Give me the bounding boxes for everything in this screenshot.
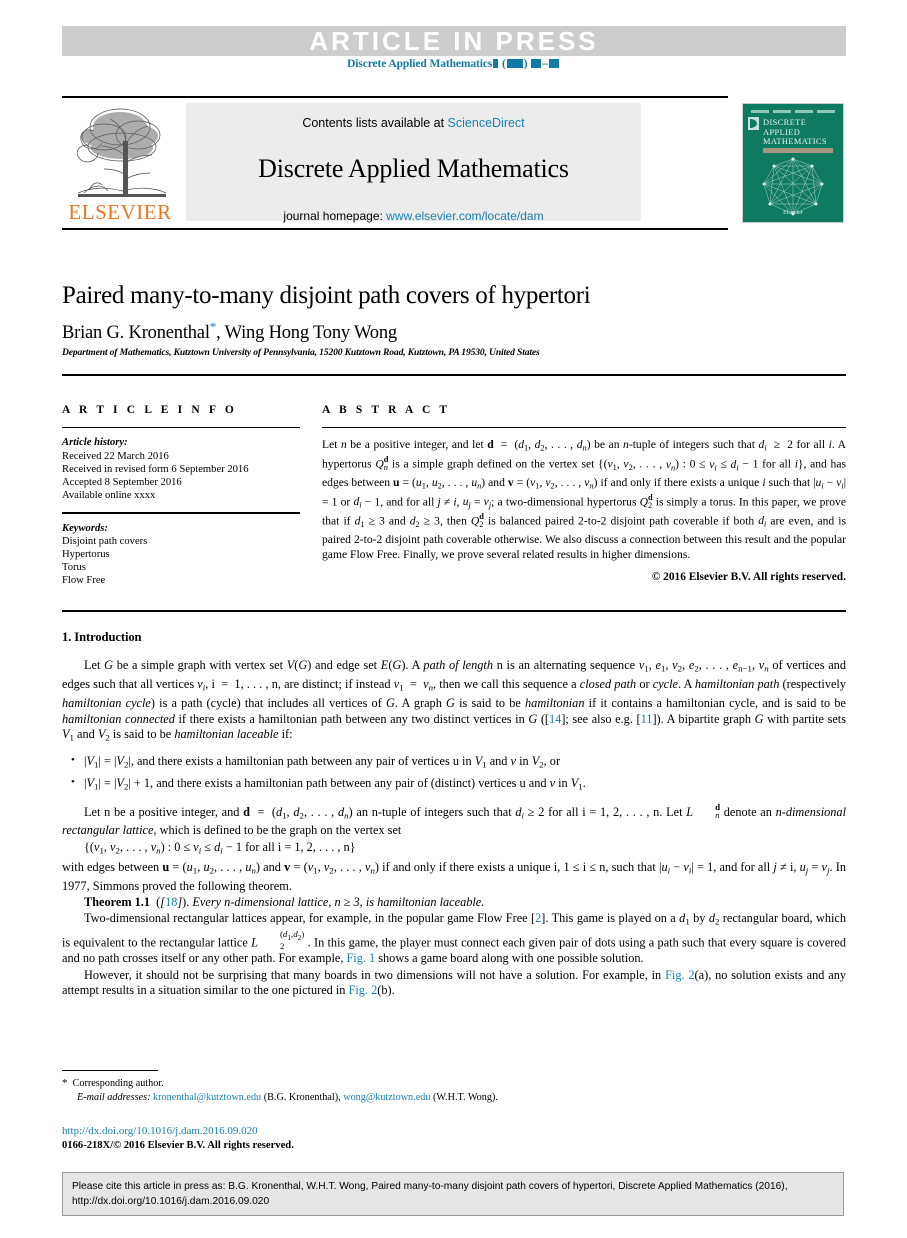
paragraph-flow-free-2: However, it should not be surprising tha… <box>62 967 846 998</box>
cover-top-strip <box>749 108 837 115</box>
journal-homepage-line: journal homepage: www.elsevier.com/locat… <box>186 209 641 223</box>
masthead-center-panel: Contents lists available at ScienceDirec… <box>186 103 641 223</box>
journal-homepage-prefix: journal homepage: <box>283 209 387 223</box>
page-title: Paired many-to-many disjoint path covers… <box>62 282 591 309</box>
article-info-rule-top <box>62 427 300 429</box>
journal-reference-line: Discrete Applied Mathematics () – <box>0 58 907 70</box>
footnote-corresponding-text: Corresponding author. <box>72 1078 164 1089</box>
footnote-email-line: E-mail addresses: kronenthal@kutztown.ed… <box>77 1092 498 1103</box>
paragraph-flow-free-1: Two-dimensional rectangular lattices app… <box>62 911 846 966</box>
abstract-bottom-rule <box>62 610 846 612</box>
cover-subtitle-bar <box>763 148 833 153</box>
email-owner-2: (W.H.T. Wong). <box>432 1092 498 1103</box>
section-heading-introduction: 1. Introduction <box>62 630 142 644</box>
body-content: 1. Introduction Let G be a simple graph … <box>62 630 846 1000</box>
article-info-rule-mid <box>62 512 300 514</box>
paragraph-intro-1: Let G be a simple graph with vertex set … <box>62 658 847 743</box>
citation-14[interactable]: 14 <box>549 712 561 726</box>
redacted-year-block <box>506 59 523 68</box>
article-history-item: Available online xxxx <box>62 490 156 502</box>
contents-available-line: Contents lists available at ScienceDirec… <box>186 116 641 130</box>
cover-title-line-2: APPLIED <box>763 127 801 137</box>
asterisk-icon: * <box>62 1077 68 1089</box>
keyword-item: Hypertorus <box>62 549 110 560</box>
journal-homepage-link[interactable]: www.elsevier.com/locate/dam <box>386 209 543 223</box>
article-info-heading: A R T I C L E I N F O <box>62 404 237 416</box>
doi-link[interactable]: http://dx.doi.org/10.1016/j.dam.2016.09.… <box>62 1125 258 1137</box>
paragraph-lattice-def: Let n be a positive integer, and d = (d1… <box>62 801 846 838</box>
journal-title: Discrete Applied Mathematics <box>258 154 569 183</box>
cover-elsevier-icon <box>748 117 759 130</box>
cover-title-line-3: MATHEMATICS <box>763 137 827 146</box>
cite-text: Please cite this article in press as: B.… <box>63 1173 843 1209</box>
citation-11[interactable]: 11 <box>641 712 653 726</box>
article-history-block: Article history: Received 22 March 2016 … <box>62 436 300 502</box>
author-list: Brian G. Kronenthal*, Wing Hong Tony Won… <box>62 319 852 344</box>
article-history-item: Received 22 March 2016 <box>62 450 169 462</box>
citation-18[interactable]: 18 <box>165 895 177 909</box>
list-item: |V1| = |V2|, and there exists a hamilton… <box>71 753 846 773</box>
article-info-column: A R T I C L E I N F O Article history: R… <box>62 404 300 588</box>
redacted-page-end-block <box>548 59 559 68</box>
keyword-item: Disjoint path covers <box>62 535 148 547</box>
footnote-email-label: E-mail addresses: <box>77 1092 151 1103</box>
journal-cover-thumbnail: DISCRETE APPLIED MATHEMATICS Elsevier <box>742 103 844 223</box>
list-item: |V1| = |V2| + 1, and there exists a hami… <box>71 775 846 795</box>
cover-publisher-text: Elsevier <box>783 210 803 216</box>
doi-block: http://dx.doi.org/10.1016/j.dam.2016.09.… <box>62 1124 846 1153</box>
figure-ref-2b[interactable]: Fig. 2 <box>349 983 378 997</box>
footnote-block: * Corresponding author. E-mail addresses… <box>62 1076 846 1105</box>
paper-page: ARTICLE IN PRESS Discrete Applied Mathem… <box>0 0 907 1238</box>
cite-this-article-box: Please cite this article in press as: B.… <box>62 1172 844 1216</box>
sciencedirect-link[interactable]: ScienceDirect <box>448 116 525 130</box>
keyword-item: Flow Free <box>62 575 106 587</box>
vertex-set-equation: {(v1, v2, . . . , vn) : 0 ≤ vi ≤ di − 1 … <box>84 839 356 856</box>
keywords-label: Keywords: <box>62 522 108 534</box>
cover-title-text: DISCRETE APPLIED MATHEMATICS <box>763 118 827 147</box>
author-affiliation: Department of Mathematics, Kutztown Univ… <box>62 347 540 358</box>
elsevier-logo: ELSEVIER <box>64 101 176 223</box>
keywords-block: Keywords: Disjoint path covers Hypertoru… <box>62 522 300 588</box>
author-1: Brian G. Kronenthal <box>62 323 210 344</box>
theorem-1-1: Theorem 1.1 ([18]). Every n-dimensional … <box>84 894 485 909</box>
paragraph-edges-def: with edges between u = (u1, u2, . . . , … <box>62 859 846 893</box>
footnote-corresponding-line: * Corresponding author. <box>62 1076 846 1091</box>
article-history-item: Received in revised form 6 September 201… <box>62 463 249 475</box>
email-owner-1: (B.G. Kronenthal) <box>263 1092 339 1103</box>
title-bottom-rule <box>62 374 846 376</box>
citation-2[interactable]: 2 <box>535 911 541 925</box>
figure-ref-1[interactable]: Fig. 1 <box>346 951 375 965</box>
keyword-item: Torus <box>62 562 86 574</box>
theorem-label: Theorem 1.1 <box>84 894 151 909</box>
cite-line-1: Please cite this article in press as: B.… <box>72 1181 753 1192</box>
laceable-conditions-list: |V1| = |V2|, and there exists a hamilton… <box>62 753 846 795</box>
article-in-press-banner: ARTICLE IN PRESS <box>62 26 846 56</box>
article-history-item: Accepted 8 September 2016 <box>62 477 182 488</box>
masthead-bottom-rule <box>62 228 728 230</box>
journal-reference-name: Discrete Applied Mathematics <box>347 58 493 70</box>
footnote-rule <box>62 1070 158 1072</box>
email-link-kronenthal[interactable]: kronenthal@kutztown.edu <box>153 1092 261 1103</box>
figure-ref-2a[interactable]: Fig. 2 <box>665 968 694 982</box>
abstract-column: A B S T R A C T Let n be a positive inte… <box>322 404 846 583</box>
issn-copyright-line: 0166-218X/© 2016 Elsevier B.V. All right… <box>62 1139 294 1151</box>
redacted-page-start-block <box>531 59 542 68</box>
masthead-top-rule <box>62 96 728 98</box>
elsevier-tree-icon <box>76 108 167 197</box>
abstract-copyright: © 2016 Elsevier B.V. All rights reserved… <box>651 571 846 584</box>
abstract-rule-top <box>322 427 846 429</box>
elsevier-wordmark: ELSEVIER <box>68 200 172 224</box>
contents-available-prefix: Contents lists available at <box>302 116 448 130</box>
cover-graph-diagram <box>762 157 824 216</box>
article-in-press-label: ARTICLE IN PRESS <box>309 26 599 56</box>
cover-title-line-1: DISCRETE <box>763 118 807 127</box>
email-link-wong[interactable]: wong@kutztown.edu <box>343 1092 430 1103</box>
abstract-text: Let n be a positive integer, and let d =… <box>322 438 847 562</box>
redacted-volume-block <box>493 59 499 68</box>
abstract-heading: A B S T R A C T <box>322 404 451 416</box>
author-2: , Wing Hong Tony Wong <box>216 323 397 344</box>
article-history-label: Article history: <box>62 437 128 449</box>
